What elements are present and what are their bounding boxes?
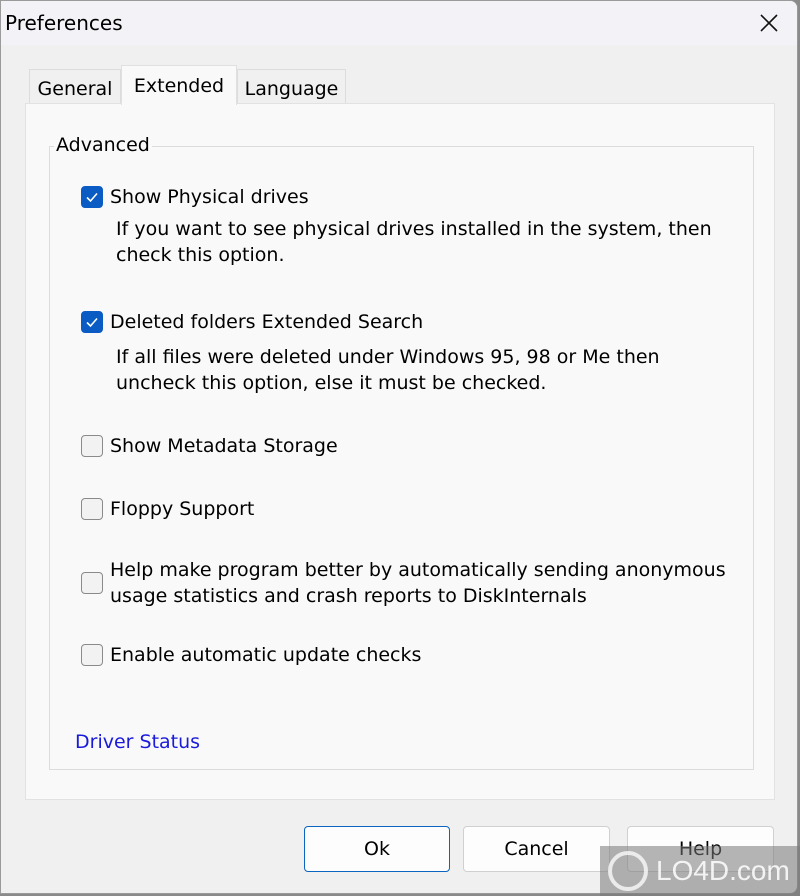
close-icon: [760, 14, 778, 32]
option-description: If all files were deleted under Windows …: [116, 346, 660, 368]
checkbox-deleted-folders-extended-search[interactable]: [81, 311, 103, 333]
close-button[interactable]: [755, 9, 783, 37]
checkmark-icon: [86, 317, 98, 328]
extended-tab-page: Advanced Show Physical drives If you wan…: [25, 103, 775, 800]
checkbox-automatic-update-checks[interactable]: [81, 644, 103, 666]
ok-button[interactable]: Ok: [304, 826, 450, 872]
tab-language[interactable]: Language: [237, 69, 346, 103]
option-description: check this option.: [116, 244, 285, 266]
preferences-dialog: Preferences General Extended Language Ad…: [0, 0, 798, 894]
checkbox-show-metadata-storage[interactable]: [81, 435, 103, 457]
group-label: Advanced: [54, 134, 152, 156]
option-deleted-folders-extended-search[interactable]: Deleted folders Extended Search: [81, 309, 423, 335]
watermark: LO4D.com: [600, 846, 800, 896]
option-label[interactable]: Show Physical drives: [110, 184, 309, 210]
option-description: If you want to see physical drives insta…: [116, 218, 712, 240]
checkmark-icon: [86, 192, 98, 203]
cancel-button[interactable]: Cancel: [463, 826, 610, 872]
option-label[interactable]: Help make program better by automaticall…: [110, 557, 730, 609]
checkbox-send-usage-statistics[interactable]: [81, 572, 103, 594]
option-label[interactable]: Enable automatic update checks: [110, 642, 421, 668]
lo4d-logo-icon: [608, 851, 648, 891]
checkbox-floppy-support[interactable]: [81, 498, 103, 520]
option-automatic-update-checks[interactable]: Enable automatic update checks: [81, 642, 421, 668]
option-label[interactable]: Floppy Support: [110, 496, 254, 522]
option-label[interactable]: Deleted folders Extended Search: [110, 309, 423, 335]
checkbox-show-physical-drives[interactable]: [81, 186, 103, 208]
option-floppy-support[interactable]: Floppy Support: [81, 496, 254, 522]
tab-extended[interactable]: Extended: [121, 65, 237, 105]
dialog-title: Preferences: [5, 11, 123, 35]
driver-status-link[interactable]: Driver Status: [75, 731, 200, 753]
option-show-metadata-storage[interactable]: Show Metadata Storage: [81, 433, 338, 459]
option-description: uncheck this option, else it must be che…: [116, 372, 547, 394]
watermark-text: LO4D.com: [656, 855, 790, 886]
title-bar: Preferences: [1, 1, 797, 45]
option-send-usage-statistics[interactable]: Help make program better by automaticall…: [81, 557, 730, 609]
option-label[interactable]: Show Metadata Storage: [110, 433, 338, 459]
option-show-physical-drives[interactable]: Show Physical drives: [81, 184, 309, 210]
tab-general[interactable]: General: [29, 69, 121, 103]
